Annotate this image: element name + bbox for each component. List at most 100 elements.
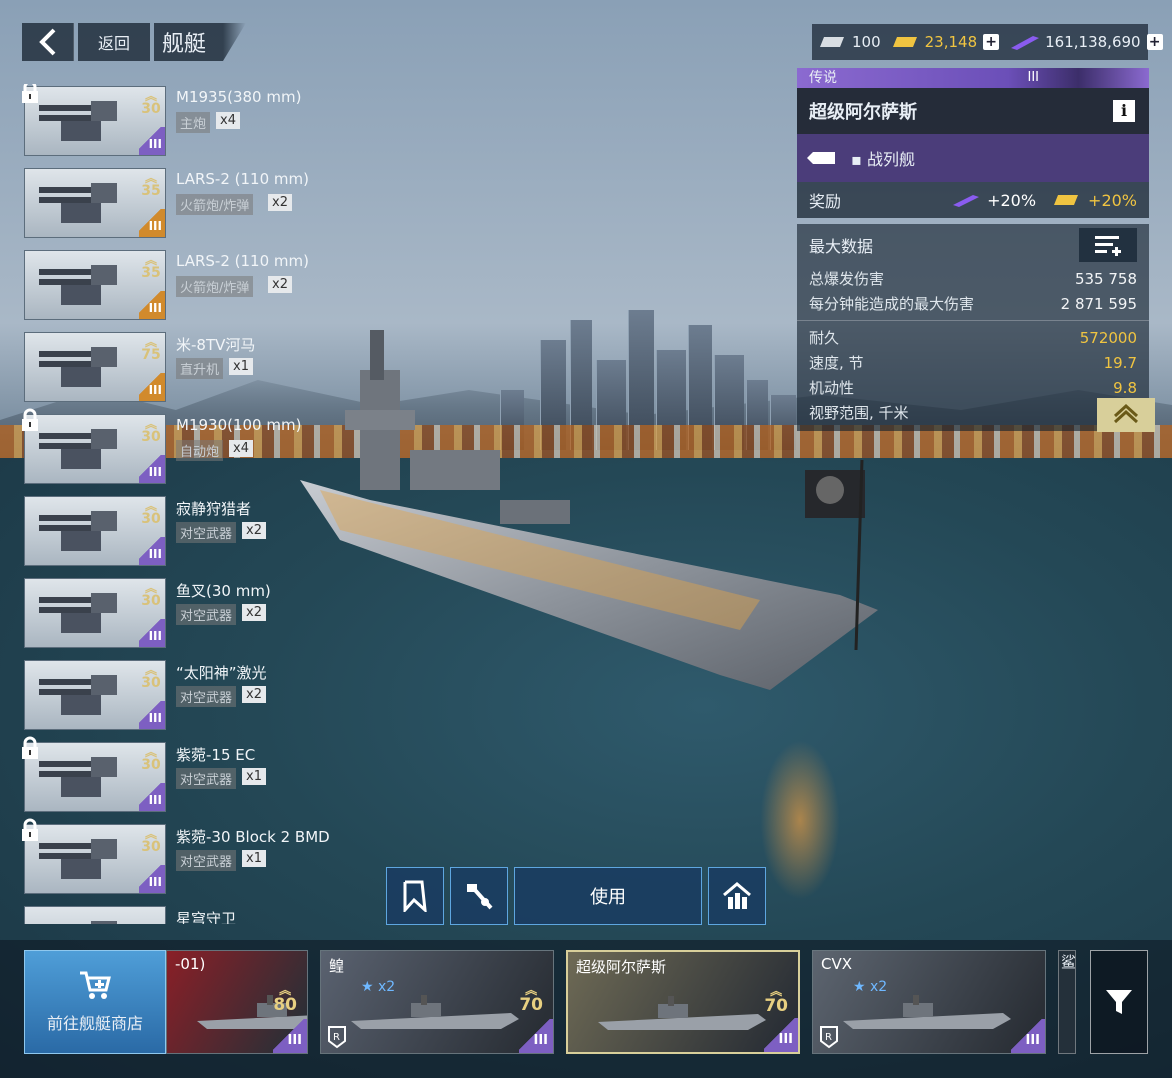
weapon-count: x2 [242,604,266,621]
level-chevron-icon: ︽ [144,253,157,267]
shopping-cart-icon [80,971,111,999]
lock-icon [22,84,38,103]
weapon-slot[interactable]: ︽ 30 III “太阳神”激光 对空武器 x2 [22,658,352,730]
weapon-slot[interactable]: ︽ 30 III 紫菀-15 EC 对空武器 x1 [22,736,352,812]
stat-value: 535 758 [1074,269,1137,288]
stat-value: 9.8 [1113,378,1137,397]
fleet-ship-image [843,995,1011,1029]
weapon-level: ︽ 35 [141,253,161,281]
customize-button[interactable] [450,867,508,925]
fleet-ship-card[interactable]: 超级阿尔萨斯 ︽ 70 III [566,950,800,1054]
fleet-ship-name: 鳇 [329,957,345,975]
stat-row: 每分钟能造成的最大伤害 2 871 595 [797,291,1149,316]
weapon-card[interactable]: ︽ 35 III [24,168,166,238]
upgrade-button[interactable] [708,867,766,925]
fleet-ship-level: ︽ 70 [519,983,543,1015]
weapon-card[interactable] [24,906,166,924]
fleet-ship-card[interactable]: CVX ★ x2 III R [812,950,1046,1054]
rarity-bar: 传说 III [797,68,1149,88]
use-button[interactable]: 使用 [514,867,702,925]
weapon-card[interactable]: ︽ 30 III [24,742,166,812]
add-gold-button[interactable]: + [983,34,1000,50]
fleet-ship-name: 超级阿尔萨斯 [576,958,667,976]
ship-name-row: 超级阿尔萨斯 i [797,88,1149,134]
gold-currency: 23,148 + [892,33,1000,51]
ship-wake [760,740,840,900]
ship-class-label: ▪ 战列舰 [851,150,915,169]
filter-button[interactable] [1090,950,1148,1054]
credits-bonus: +20% [953,191,1036,210]
stat-value: 572000 [1079,328,1137,347]
weapon-card[interactable]: ︽ 30 III [24,660,166,730]
fleet-ship-tier: III [273,1019,307,1053]
weapon-card[interactable]: ︽ 30 III [24,578,166,648]
fleet-ship-count: ★ x2 [853,979,888,995]
weapon-count: x2 [268,194,292,211]
weapon-tier: III [139,783,165,811]
battleship-model [300,330,878,690]
bonus-row: 奖励 +20% +20% [797,182,1149,218]
weapon-type: 对空武器 [176,850,237,871]
stat-label: 总爆发伤害 [809,270,885,288]
fleet-ship-card[interactable]: 鳇 ★ x2 ︽ 70 III R [320,950,554,1054]
weapon-slot[interactable]: 星穹守卫 [22,904,352,924]
stat-label: 耐久 [809,329,840,347]
fleet-ship-card[interactable]: -01) ︽ 80 III [166,950,308,1054]
weapon-slot[interactable]: ︽ 35 III LARS-2 (110 mm) 火箭炮/炸弹 x2 [22,248,352,320]
weapon-card[interactable]: ︽ 30 III [24,414,166,484]
back-button[interactable] [22,23,74,61]
stat-row: 机动性 9.8 [797,375,1149,400]
weapon-slot[interactable]: ︽ 30 III 寂静狩猎者 对空武器 x2 [22,494,352,566]
weapon-level: ︽ 30 [141,89,161,117]
ship-class-row: ▪ 战列舰 [797,134,1149,182]
weapon-type: 主炮 [176,112,211,133]
weapon-type: 对空武器 [176,686,237,707]
weapon-list: ︽ 30 III M1935(380 mm) 主炮 x4 ︽ 35 III LARS-2 (110… [22,84,352,924]
bookmark-button[interactable] [386,867,444,925]
svg-text:R: R [825,1032,832,1043]
weapon-slot[interactable]: ︽ 75 III 米-8TV河马 直升机 x1 [22,330,352,402]
top-navigation: 返回 舰艇 [22,22,246,62]
weapon-slot[interactable]: ︽ 30 III M1930(100 mm) 自动炮 x4 [22,408,352,484]
weapon-tier: III [139,209,165,237]
stat-label: 每分钟能造成的最大伤害 [809,295,975,313]
weapon-tier: III [139,619,165,647]
weapon-count: x1 [242,850,266,867]
ship-stats-toggle[interactable] [1097,398,1155,432]
weapon-level: ︽ 30 [141,745,161,773]
gold-amount: 23,148 [924,33,978,51]
weapon-image [39,593,117,633]
weapon-slot[interactable]: ︽ 30 III 鱼叉(30 mm) 对空武器 x2 [22,576,352,648]
ship-shop-button[interactable]: 前往舰艇商店 [24,950,166,1054]
weapon-slot[interactable]: ︽ 30 III 紫菀-30 Block 2 BMD 对空武器 x1 [22,818,352,894]
level-chevron-icon: ︽ [144,417,157,431]
level-chevron-icon: ︽ [770,984,783,998]
weapon-image [39,183,117,223]
weapon-card[interactable]: ︽ 30 III [24,824,166,894]
wrench-paint-icon [467,884,493,910]
ship-info-panel: 传说 III 超级阿尔萨斯 i ▪ 战列舰 奖励 +20% +20% 最大数据 [797,68,1155,432]
level-chevron-icon: ︽ [144,745,157,759]
weapon-card[interactable]: ︽ 75 III [24,332,166,402]
weapon-card[interactable]: ︽ 35 III [24,250,166,320]
weapon-slot[interactable]: ︽ 30 III M1935(380 mm) 主炮 x4 [22,84,352,156]
stats-divider [797,320,1149,321]
fleet-ship-level: ︽ 80 [273,983,297,1015]
add-credits-button[interactable]: + [1146,34,1163,50]
weapon-card[interactable]: ︽ 30 III [24,86,166,156]
weapon-name: 紫菀-30 Block 2 BMD [176,828,330,846]
fleet-ship-name: -01) [175,955,206,973]
weapon-name: LARS-2 (110 mm) [176,170,309,188]
weapon-level: ︽ 30 [141,663,161,691]
back-label-button[interactable]: 返回 [78,23,150,61]
page-title: 舰艇 [154,23,246,61]
stats-list-toggle[interactable] [1079,228,1137,262]
level-chevron-icon: ︽ [144,171,157,185]
weapon-slot[interactable]: ︽ 35 III LARS-2 (110 mm) 火箭炮/炸弹 x2 [22,166,352,238]
level-chevron-icon: ︽ [144,663,157,677]
fleet-ship-tier: III [764,1018,798,1052]
weapon-count: x2 [242,522,266,539]
fleet-card-partial[interactable]: 鲨 [1058,950,1076,1054]
weapon-card[interactable]: ︽ 30 III [24,496,166,566]
info-icon[interactable]: i [1113,100,1135,122]
